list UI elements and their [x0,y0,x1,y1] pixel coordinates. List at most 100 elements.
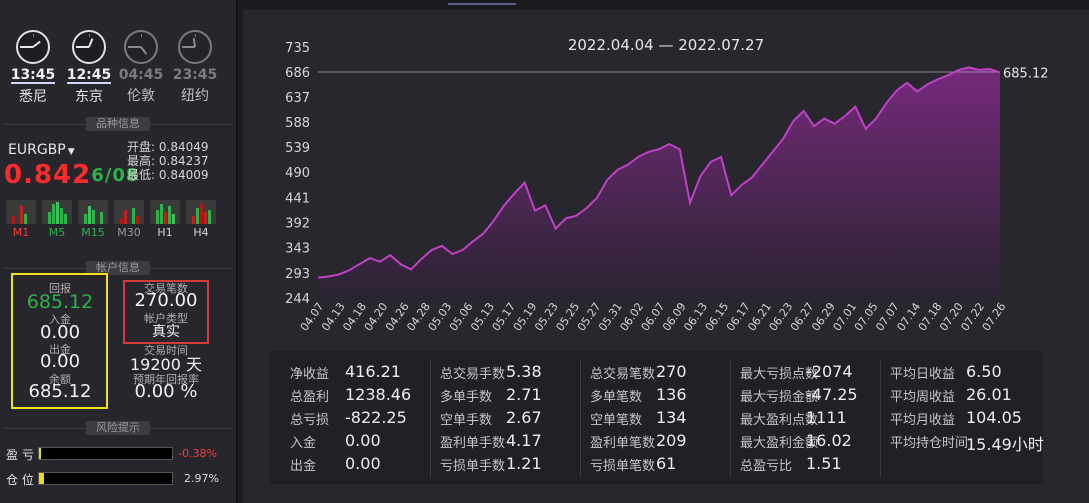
stat-value: 104.05 [966,408,1022,427]
stats-row: 总盈亏比 1.51 [740,454,888,478]
stat-value: 1.51 [806,454,842,473]
stats-column: 平均日收益 6.50 平均周收益 26.01 平均月收益 104.05 平均持仓时间 15.4… [890,362,1044,455]
stats-column: 净收益 416.21 总盈利 1238.46 总亏损 -822.25 入金 0.00 出金 0.0… [290,362,438,478]
pl-bar [38,447,173,460]
y-tick-label: 244 [285,292,310,307]
stats-row: 最大亏损金额 -47.25 [740,385,888,409]
y-tick-label: 490 [285,166,310,181]
stat-label: 总盈利 [290,390,330,405]
stat-value: 1.21 [506,454,542,473]
deposit-value: 0.00 [39,322,81,343]
stat-value: 5.38 [506,362,542,381]
timeframe-h1[interactable]: H1 [150,200,180,239]
balance-value: 685.12 [28,381,92,402]
pl-label: 盈 亏 [6,448,34,462]
section-title: 品种信息 [86,117,150,131]
equity-chart: 735 686 637 588 539 490 441 392 343 293 244 685.12 0… [285,41,1048,334]
stat-label: 入金 [290,436,317,451]
stat-value: 209 [656,431,687,450]
price-main: 0.842 [4,160,92,190]
stat-label: 空单手数 [440,413,493,428]
stats-row: 总盈利 1238.46 [290,385,438,409]
stats-column: 总交易手数 5.38 多单手数 2.71 空单手数 2.67 盈利单手数 4.17 亏损单手数 1… [440,362,588,478]
clock-city: 伦敦 [127,88,155,104]
return-value: 685.12 [26,291,94,313]
caret-down-icon: ▼ [67,147,75,157]
stat-label: 总交易手数 [440,367,506,382]
clock-tokyo: 12:45 东京 [64,30,114,106]
annual-return-value: 0.00 % [134,381,198,402]
stat-label: 平均持仓时间 [890,436,969,451]
ohl-block: 开盘: 0.84049 最高: 0.84237 最低: 0.84009 [127,140,209,182]
y-tick-label: 539 [285,141,310,156]
stat-label: 平均周收益 [890,390,956,405]
y-tick-label: 293 [285,267,310,282]
stats-row: 亏损单笔数 61 [590,454,738,478]
timeframe-signal-bars [6,200,36,224]
high-value: 0.84237 [158,154,209,168]
clock-city: 悉尼 [19,89,47,105]
open-label: 开盘: [127,140,156,154]
column-divider [880,359,881,477]
timeframe-h4[interactable]: H4 [186,200,216,239]
stat-label: 多单笔数 [590,390,643,405]
column-divider [730,359,731,477]
y-tick-label: 392 [285,216,310,231]
timeframe-label: H1 [157,226,173,239]
clock-icon [16,30,50,64]
section-header-risk: 风险提示 [4,421,232,443]
stats-row: 多单手数 2.71 [440,385,588,409]
timeframe-label: M30 [117,226,141,239]
stats-row: 空单笔数 134 [590,408,738,432]
withdraw-value: 0.00 [39,351,81,372]
stat-value: 0.00 [345,454,381,473]
stat-label: 平均日收益 [890,367,956,382]
top-tab-indicator [448,3,516,5]
open-value: 0.84049 [158,140,209,154]
timeframe-m5[interactable]: M5 [42,200,72,239]
stats-row: 多单笔数 136 [590,385,738,409]
stat-value: 4.17 [506,431,542,450]
y-tick-label: 588 [285,116,310,131]
stats-row: 入金 0.00 [290,431,438,455]
stat-label: 总盈亏比 [740,459,793,474]
clock-icon [178,30,212,64]
y-tick-label: 441 [285,191,310,206]
stat-label: 亏损单笔数 [590,459,656,474]
stats-row: 平均月收益 104.05 [890,408,1038,432]
low-label: 最低: [127,168,156,182]
stat-value: 15.49小时 [966,435,1044,454]
clock-time: 13:45 [10,67,56,84]
clock-icon [72,30,106,64]
stat-label: 盈利单手数 [440,436,506,451]
stats-column: 最大亏损点数 -2074 最大亏损金额 -47.25 最大盈利点数 1111 最大盈利金额 1… [740,362,888,478]
timeframe-signal-bars [150,200,180,224]
position-label: 仓 位 [6,473,34,487]
stat-label: 出金 [290,459,317,474]
stat-value: 1111 [806,408,847,427]
stat-label: 净收益 [290,367,330,382]
pl-bar-fill [39,448,41,459]
stat-label: 空单笔数 [590,413,643,428]
y-tick-label: 735 [285,41,310,56]
symbol-select[interactable]: EURGBP ▼ [8,142,75,158]
timeframe-m1[interactable]: M1 [6,200,36,239]
section-header-symbol: 品种信息 [4,117,232,139]
timeframe-m15[interactable]: M15 [78,200,108,239]
stat-label: 平均月收益 [890,413,956,428]
stat-value: -822.25 [345,408,407,427]
stat-value: 1238.46 [345,385,412,404]
clock-sydney: 13:45 悉尼 [8,30,58,106]
stat-value: 6.50 [966,362,1002,381]
stats-row: 总亏损 -822.25 [290,408,438,432]
timeframe-signal-bars [42,200,72,224]
stats-table: 净收益 416.21 总盈利 1238.46 总亏损 -822.25 入金 0.00 出金 0.0… [270,351,1044,484]
stats-row: 盈利单手数 4.17 [440,431,588,455]
stat-value: 16.02 [806,431,852,450]
timeframe-label: M15 [81,226,105,239]
stat-value: 26.01 [966,385,1012,404]
timeframe-signal-bars [114,200,144,224]
stats-row: 总交易手数 5.38 [440,362,588,386]
pl-value: -0.38% [178,447,217,460]
timeframe-m30[interactable]: M30 [114,200,144,239]
